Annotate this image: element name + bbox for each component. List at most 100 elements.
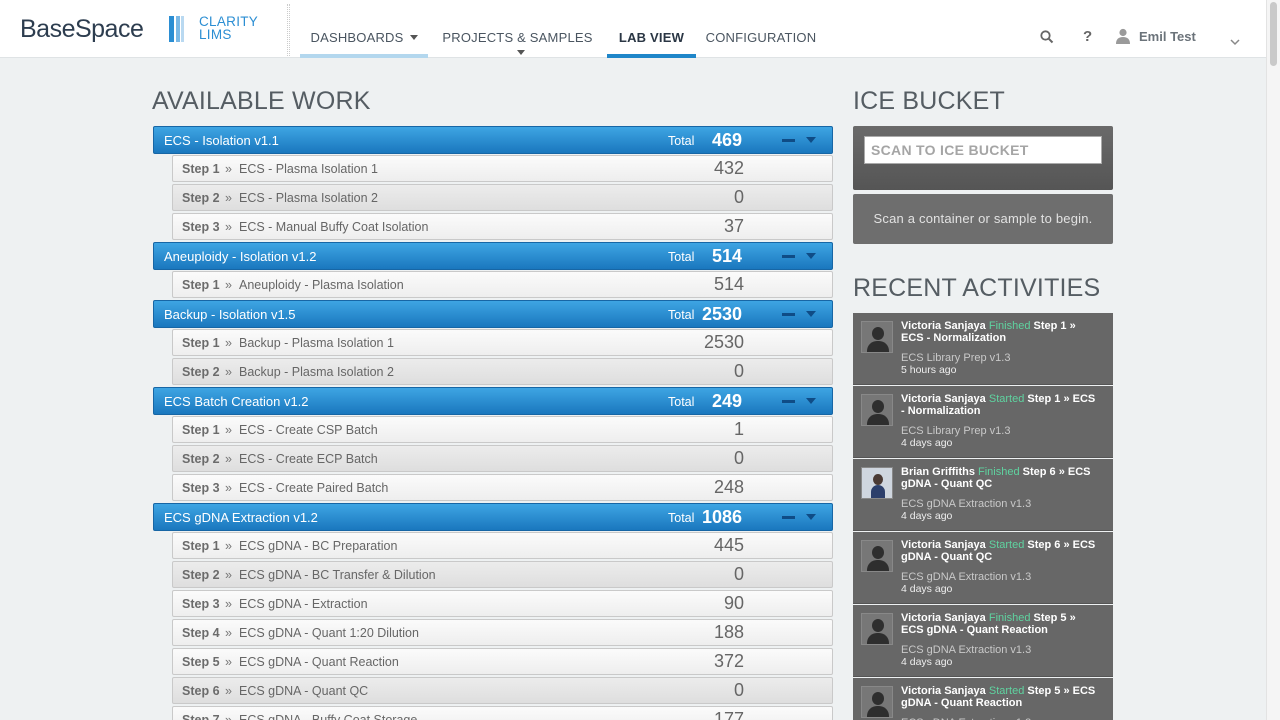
step-row[interactable]: Step 1 » Backup - Plasma Isolation 1 2530 bbox=[172, 329, 833, 356]
step-row[interactable]: Step 3 » ECS - Manual Buffy Coat Isolation… bbox=[172, 213, 833, 240]
protocol-header[interactable]: Aneuploidy - Isolation v1.2 Total 514 bbox=[153, 242, 833, 270]
chevron-down-icon[interactable] bbox=[806, 253, 816, 259]
protocol-header[interactable]: ECS Batch Creation v1.2 Total 249 bbox=[153, 387, 833, 415]
collapse-icon[interactable] bbox=[782, 313, 795, 316]
clarity-lims-logo[interactable]: CLARITY LIMS bbox=[199, 15, 258, 42]
activity-user: Victoria Sanjaya bbox=[901, 320, 986, 332]
step-sample-count: 372 bbox=[713, 651, 744, 671]
step-name: Backup - Plasma Isolation 1 bbox=[239, 336, 394, 350]
protocol-name: ECS - Isolation v1.1 bbox=[164, 133, 279, 148]
activity-item[interactable]: Victoria Sanjaya Finished Step 1 » ECS -… bbox=[853, 313, 1113, 385]
step-name: ECS gDNA - Quant 1:20 Dilution bbox=[239, 626, 419, 640]
step-name: ECS gDNA - BC Preparation bbox=[239, 539, 398, 553]
collapse-icon[interactable] bbox=[782, 139, 795, 142]
step-row[interactable]: Step 2 » ECS - Plasma Isolation 2 0 bbox=[172, 184, 833, 211]
collapse-icon[interactable] bbox=[782, 400, 795, 403]
avatar-body bbox=[867, 560, 889, 571]
logo-line-lims: LIMS bbox=[199, 27, 232, 42]
activity-item[interactable]: Victoria Sanjaya Finished Step 5 » ECS g… bbox=[853, 605, 1113, 677]
step-sample-count: 0 bbox=[733, 187, 744, 207]
step-sample-count: 90 bbox=[723, 593, 744, 613]
collapse-icon[interactable] bbox=[782, 255, 795, 258]
nav-projects-samples[interactable]: PROJECTS & SAMPLES bbox=[436, 0, 599, 58]
protocol-header[interactable]: ECS gDNA Extraction v1.2 Total 1086 bbox=[153, 503, 833, 531]
nav-configuration[interactable]: CONFIGURATION bbox=[704, 0, 818, 58]
step-number-value: 1 bbox=[212, 278, 220, 292]
step-row[interactable]: Step 6 » ECS gDNA - Quant QC 0 bbox=[172, 677, 833, 704]
help-icon[interactable]: ? bbox=[1083, 28, 1092, 45]
step-name: Backup - Plasma Isolation 2 bbox=[239, 365, 394, 379]
step-row[interactable]: Step 1 » ECS - Create CSP Batch 1 bbox=[172, 416, 833, 443]
step-row[interactable]: Step 2 » ECS gDNA - BC Transfer & Dilution… bbox=[172, 561, 833, 588]
chevron-down-icon[interactable] bbox=[806, 398, 816, 404]
protocol-total-label: Total bbox=[668, 511, 695, 525]
protocol-header[interactable]: ECS - Isolation v1.1 Total 469 bbox=[153, 126, 833, 154]
activity-description: Victoria Sanjaya Started Step 5 » ECS gD… bbox=[901, 685, 1101, 709]
avatar-head bbox=[873, 474, 883, 485]
nav-dashboards[interactable]: DASHBOARDS bbox=[300, 0, 428, 58]
step-number: Step 6 bbox=[182, 684, 220, 698]
protocol-name: Aneuploidy - Isolation v1.2 bbox=[164, 249, 317, 264]
chevron-down-icon[interactable] bbox=[806, 137, 816, 143]
step-separator: » bbox=[225, 423, 232, 437]
step-row[interactable]: Step 7 » ECS gDNA - Buffy Coat Storage 177 bbox=[172, 706, 833, 720]
activity-verb: Finished bbox=[988, 320, 1031, 332]
step-sample-count: 0 bbox=[733, 680, 744, 700]
step-row[interactable]: Step 1 » ECS - Plasma Isolation 1 432 bbox=[172, 155, 833, 182]
activity-time: 4 days ago bbox=[901, 583, 953, 595]
avatar-body bbox=[867, 341, 889, 352]
user-name[interactable]: Emil Test bbox=[1139, 29, 1196, 44]
step-prefix: Step bbox=[182, 713, 210, 720]
chevron-down-icon[interactable] bbox=[806, 311, 816, 317]
step-row[interactable]: Step 1 » ECS gDNA - BC Preparation 445 bbox=[172, 532, 833, 559]
step-row[interactable]: Step 3 » ECS - Create Paired Batch 248 bbox=[172, 474, 833, 501]
step-prefix: Step bbox=[182, 162, 210, 176]
avatar bbox=[861, 540, 893, 572]
scrollbar-thumb[interactable] bbox=[1270, 2, 1277, 66]
activity-description: Victoria Sanjaya Finished Step 1 » ECS -… bbox=[901, 320, 1101, 344]
chevron-down-icon[interactable] bbox=[1230, 31, 1240, 50]
scan-to-ice-bucket-input[interactable] bbox=[864, 136, 1102, 164]
activity-description: Brian Griffiths Finished Step 6 » ECS gD… bbox=[901, 466, 1101, 490]
step-number: Step 1 bbox=[182, 336, 220, 350]
step-row[interactable]: Step 3 » ECS gDNA - Extraction 90 bbox=[172, 590, 833, 617]
nav-lab-view-label: LAB VIEW bbox=[618, 30, 685, 45]
collapse-icon[interactable] bbox=[782, 516, 795, 519]
step-row[interactable]: Step 5 » ECS gDNA - Quant Reaction 372 bbox=[172, 648, 833, 675]
user-icon[interactable] bbox=[1116, 28, 1130, 47]
protocol-total-value: 469 bbox=[711, 130, 742, 150]
step-row[interactable]: Step 2 » Backup - Plasma Isolation 2 0 bbox=[172, 358, 833, 385]
avatar-head bbox=[872, 619, 884, 632]
search-icon[interactable] bbox=[1040, 29, 1054, 48]
step-number-value: 1 bbox=[212, 423, 220, 437]
recent-activities-list: Victoria Sanjaya Finished Step 1 » ECS -… bbox=[853, 313, 1113, 720]
activity-time: 4 days ago bbox=[901, 437, 953, 449]
activity-time: 4 days ago bbox=[901, 656, 953, 668]
step-name: ECS - Plasma Isolation 1 bbox=[239, 162, 378, 176]
step-number: Step 1 bbox=[182, 162, 220, 176]
step-number-value: 1 bbox=[212, 539, 220, 553]
chevron-down-icon[interactable] bbox=[806, 514, 816, 520]
protocol-total-label: Total bbox=[668, 308, 695, 322]
avatar bbox=[861, 613, 893, 645]
activity-verb: Started bbox=[988, 685, 1025, 697]
activity-item[interactable]: Victoria Sanjaya Started Step 5 » ECS gD… bbox=[853, 678, 1113, 720]
step-prefix: Step bbox=[182, 278, 210, 292]
page-scrollbar[interactable] bbox=[1266, 0, 1280, 720]
protocol-total-label: Total bbox=[668, 395, 695, 409]
step-row[interactable]: Step 4 » ECS gDNA - Quant 1:20 Dilution 188 bbox=[172, 619, 833, 646]
protocol-header[interactable]: Backup - Isolation v1.5 Total 2530 bbox=[153, 300, 833, 328]
step-sample-count: 0 bbox=[733, 448, 744, 468]
activity-item[interactable]: Victoria Sanjaya Started Step 6 » ECS gD… bbox=[853, 532, 1113, 604]
step-row[interactable]: Step 1 » Aneuploidy - Plasma Isolation 514 bbox=[172, 271, 833, 298]
activity-item[interactable]: Brian Griffiths Finished Step 6 » ECS gD… bbox=[853, 459, 1113, 531]
nav-lab-view[interactable]: LAB VIEW bbox=[607, 0, 696, 58]
basespace-logo[interactable]: BaseSpace bbox=[20, 15, 144, 44]
step-row[interactable]: Step 2 » ECS - Create ECP Batch 0 bbox=[172, 445, 833, 472]
step-number-value: 4 bbox=[212, 626, 220, 640]
step-name: ECS - Manual Buffy Coat Isolation bbox=[239, 220, 429, 234]
step-sample-count: 514 bbox=[713, 274, 744, 294]
avatar-body bbox=[867, 414, 889, 425]
activity-item[interactable]: Victoria Sanjaya Started Step 1 » ECS - … bbox=[853, 386, 1113, 458]
step-separator: » bbox=[225, 162, 232, 176]
